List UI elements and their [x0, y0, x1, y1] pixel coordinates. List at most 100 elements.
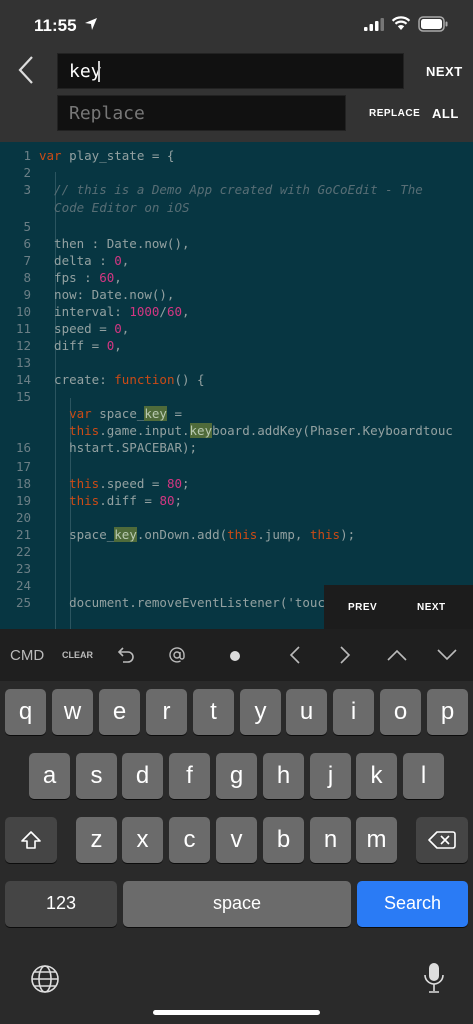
key-y[interactable]: y: [240, 689, 281, 735]
key-j[interactable]: j: [310, 753, 351, 799]
code-editor[interactable]: 1 var play_state = { 2 3 // this is a Dem…: [0, 142, 473, 629]
code-line: 2: [0, 164, 473, 181]
key-w[interactable]: w: [52, 689, 93, 735]
status-time: 11:55: [34, 16, 77, 35]
code-line: 9 now: Date.now(),: [0, 286, 473, 303]
space-key[interactable]: space: [123, 881, 351, 927]
search-match-highlight: key: [144, 406, 167, 421]
code-line: 1 var play_state = {: [0, 147, 473, 164]
line-number: 12: [15, 338, 31, 353]
back-chevron-icon[interactable]: [12, 54, 42, 86]
dot-icon[interactable]: [229, 650, 241, 662]
key-v[interactable]: v: [216, 817, 257, 863]
code-line: 12 diff = 0,: [0, 337, 473, 354]
next-match-button[interactable]: NEXT: [417, 602, 446, 613]
key-m[interactable]: m: [356, 817, 397, 863]
code-line: this.game.input.keyboard.addKey(Phaser.K…: [69, 423, 453, 438]
at-icon[interactable]: [168, 646, 186, 664]
line-number: 23: [15, 561, 31, 576]
key-n[interactable]: n: [310, 817, 351, 863]
line-number: 8: [23, 270, 31, 285]
find-next-button[interactable]: NEXT: [426, 64, 463, 79]
home-indicator: [153, 1010, 320, 1015]
line-number: 19: [15, 493, 31, 508]
globe-icon[interactable]: [29, 963, 61, 995]
line-number: 3: [23, 182, 31, 197]
code-line: 19 this.diff = 80;: [0, 492, 473, 509]
status-bar: 11:55: [0, 0, 473, 50]
find-input-wrapper: [57, 53, 404, 89]
line-number: 7: [23, 253, 31, 268]
key-a[interactable]: a: [29, 753, 70, 799]
battery-icon: [418, 16, 448, 32]
find-input[interactable]: [58, 54, 403, 88]
chevron-right-icon[interactable]: [338, 645, 352, 665]
keyboard: q w e r t y u i o p a s d f g h j k l z …: [0, 681, 473, 1024]
key-r[interactable]: r: [146, 689, 187, 735]
code-line: 15: [0, 388, 473, 405]
replace-all-button[interactable]: ALL: [432, 106, 459, 121]
cellular-signal-icon: [364, 18, 384, 31]
key-q[interactable]: q: [5, 689, 46, 735]
line-number: 2: [23, 165, 31, 180]
search-match-highlight: key: [114, 527, 137, 542]
microphone-icon[interactable]: [423, 961, 445, 995]
code-line: 6 then : Date.now(),: [0, 235, 473, 252]
key-x[interactable]: x: [122, 817, 163, 863]
shift-key[interactable]: [5, 817, 57, 863]
cmd-button[interactable]: CMD: [10, 647, 44, 664]
find-replace-panel: 11:55 NEXT REPLACE ALL: [0, 0, 473, 142]
line-number: 20: [15, 510, 31, 525]
shift-icon: [21, 831, 41, 849]
replace-input[interactable]: [58, 96, 345, 130]
line-number: 6: [23, 236, 31, 251]
line-number: 9: [23, 287, 31, 302]
code-line: 20: [0, 509, 473, 526]
key-e[interactable]: e: [99, 689, 140, 735]
key-g[interactable]: g: [216, 753, 257, 799]
key-p[interactable]: p: [427, 689, 468, 735]
numbers-key[interactable]: 123: [5, 881, 117, 927]
chevron-down-icon[interactable]: [436, 648, 458, 662]
key-o[interactable]: o: [380, 689, 421, 735]
line-number: 17: [15, 459, 31, 474]
replace-input-wrapper: [57, 95, 346, 131]
prev-match-button[interactable]: PREV: [348, 602, 377, 613]
replace-button[interactable]: REPLACE: [369, 108, 420, 119]
line-number: 15: [15, 389, 31, 404]
code-line: 22: [0, 543, 473, 560]
line-number: 24: [15, 578, 31, 593]
key-t[interactable]: t: [193, 689, 234, 735]
key-f[interactable]: f: [169, 753, 210, 799]
key-l[interactable]: l: [403, 753, 444, 799]
key-h[interactable]: h: [263, 753, 304, 799]
code-line: Code Editor on iOS: [39, 200, 190, 215]
undo-icon[interactable]: [117, 645, 135, 663]
key-i[interactable]: i: [333, 689, 374, 735]
search-key[interactable]: Search: [357, 881, 468, 927]
line-number: 21: [15, 527, 31, 542]
chevron-up-icon[interactable]: [386, 648, 408, 662]
line-number: 10: [15, 304, 31, 319]
code-line: 23: [0, 560, 473, 577]
code-line: 11 speed = 0,: [0, 320, 473, 337]
search-match-highlight: key: [189, 423, 213, 438]
key-s[interactable]: s: [76, 753, 117, 799]
code-line: 7 delta : 0,: [0, 252, 473, 269]
key-c[interactable]: c: [169, 817, 210, 863]
code-line: 10 interval: 1000/60,: [0, 303, 473, 320]
match-navigation: PREV NEXT: [324, 585, 473, 629]
key-z[interactable]: z: [76, 817, 117, 863]
line-number: 22: [15, 544, 31, 559]
code-line: var space_key =: [69, 406, 183, 421]
delete-key[interactable]: [416, 817, 468, 863]
key-d[interactable]: d: [122, 753, 163, 799]
line-number: 18: [15, 476, 31, 491]
location-icon: [85, 18, 97, 30]
line-number: 14: [15, 372, 31, 387]
key-b[interactable]: b: [263, 817, 304, 863]
chevron-left-icon[interactable]: [288, 645, 302, 665]
key-k[interactable]: k: [356, 753, 397, 799]
clear-button[interactable]: CLEAR: [62, 650, 93, 660]
key-u[interactable]: u: [286, 689, 327, 735]
